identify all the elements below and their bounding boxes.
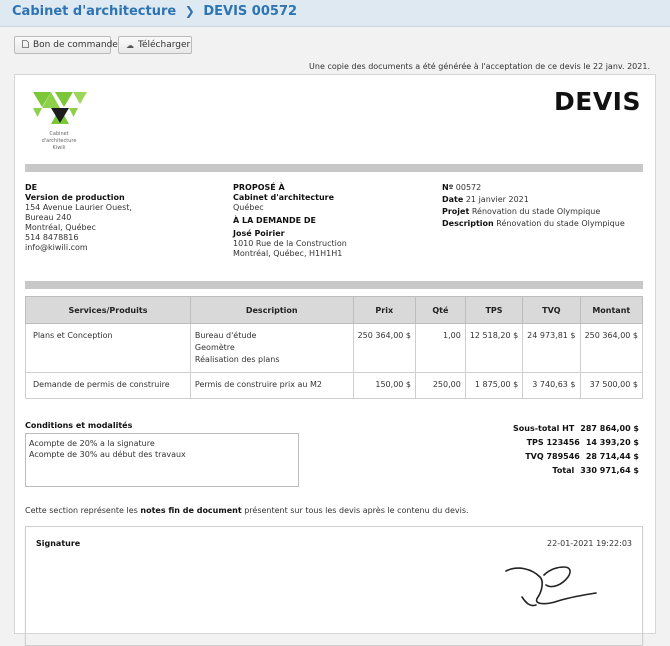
quote-description: Description Rénovation du stade Olympiqu… [442, 219, 625, 228]
cell-qty: 1,00 [415, 323, 466, 373]
cell-price: 250 364,00 $ [352, 323, 417, 373]
sender-address1: 154 Avenue Laurier Ouest, [25, 203, 132, 212]
col-header-price: Prix [352, 296, 417, 324]
sender-heading: DE [25, 183, 38, 192]
cell-description: Bureau d'étude Geomètre Réalisation des … [189, 323, 354, 373]
top-bar: Cabinet d'architecture ❯ DEVIS 00572 [0, 0, 670, 27]
condition-line: Acompte de 20% a la signature [29, 439, 155, 448]
col-header-tps: TPS [464, 296, 524, 324]
cell-tps: 1 875,00 $ [464, 372, 524, 399]
table-row: Plans et Conception Bureau d'étude Geomè… [25, 323, 644, 373]
divider-band [25, 281, 643, 289]
divider-band [25, 164, 643, 172]
sender-phone: 514 8478816 [25, 233, 79, 242]
sender-block: DE Version de production 154 Avenue Laur… [25, 183, 132, 253]
cell-service: Demande de permis de construire [25, 372, 191, 399]
signature-datetime: 22-01-2021 19:22:03 [547, 539, 632, 548]
cell-description: Permis de construire prix au M2 [189, 372, 354, 399]
requester-name: José Poirier [233, 229, 285, 238]
col-header-qty: Qté [415, 296, 466, 324]
company-logo: Cabinet d'architecture Kiwili [29, 91, 99, 152]
cell-price: 150,00 $ [352, 372, 417, 399]
col-header-services: Services/Produits [25, 296, 191, 324]
signature-drawing [505, 566, 597, 607]
recipient-region: Québec [233, 203, 264, 212]
document-title: DEVIS [554, 87, 641, 116]
quote-date: Date 21 janvier 2021 [442, 195, 529, 204]
cell-service: Plans et Conception [25, 323, 191, 373]
table-header-row: Services/Produits Description Prix Qté T… [25, 296, 644, 324]
purchase-order-button[interactable]: Bon de commande [14, 36, 118, 54]
cell-tvq: 3 740,63 $ [522, 372, 581, 399]
recipient-heading: PROPOSÉ À [233, 183, 285, 192]
sender-name: Version de production [25, 193, 125, 202]
pdf-icon [22, 40, 29, 50]
tvq-total-row: TVQ 789546 28 714,44 $ [525, 451, 639, 461]
logo-caption: Cabinet d'architecture Kiwili [41, 131, 77, 151]
table-row: Demande de permis de construire Permis d… [25, 372, 644, 399]
logo-mark [33, 92, 87, 124]
sender-address2: Bureau 240 [25, 213, 72, 222]
cell-qty: 250,00 [415, 372, 466, 399]
purchase-order-label: Bon de commande [33, 40, 118, 50]
subtotal-row: Sous-total HT 287 864,00 $ [513, 423, 639, 433]
download-label: Télécharger [138, 40, 191, 50]
breadcrumb-current: DEVIS 00572 [203, 4, 298, 19]
end-note: Cette section représente les notes fin d… [25, 506, 469, 515]
download-button[interactable]: ☁ Télécharger [118, 36, 192, 54]
quote-number: Nº 00572 [442, 183, 482, 192]
breadcrumb-parent-link[interactable]: Cabinet d'architecture [12, 4, 176, 19]
cell-tps: 12 518,20 $ [464, 323, 524, 373]
signature-panel: Signature 22-01-2021 19:22:03 [25, 526, 643, 646]
conditions-box: Acompte de 20% a la signature Acompte de… [25, 433, 299, 487]
requester-address: 1010 Rue de la Construction [233, 239, 347, 248]
condition-line: Acompte de 30% au début des travaux [29, 450, 186, 459]
cell-amount: 250 364,00 $ [579, 323, 644, 373]
conditions-title: Conditions et modalités [25, 421, 133, 430]
col-header-amount: Montant [579, 296, 644, 324]
sender-city: Montréal, Québec [25, 223, 96, 232]
requester-city: Montréal, Québec, H1H1H1 [233, 249, 343, 258]
copy-notice: Une copie des documents a été générée à … [309, 62, 650, 71]
requester-heading: À LA DEMANDE DE [233, 216, 316, 225]
breadcrumb: Cabinet d'architecture ❯ DEVIS 00572 [12, 4, 297, 19]
cell-amount: 37 500,00 $ [579, 372, 644, 399]
quote-meta-block: Nº 00572 Date 21 janvier 2021 Projet Rén… [442, 183, 625, 229]
sender-email: info@kiwili.com [25, 243, 88, 252]
recipient-block: PROPOSÉ À Cabinet d'architecture Québec … [233, 183, 347, 259]
chevron-right-icon: ❯ [184, 4, 195, 18]
col-header-description: Description [189, 296, 354, 324]
quote-project: Projet Rénovation du stade Olympique [442, 207, 601, 216]
signature-label: Signature [36, 539, 81, 548]
cloud-icon: ☁ [126, 40, 134, 50]
recipient-name: Cabinet d'architecture [233, 193, 335, 202]
totals-block: Sous-total HT 287 864,00 $ TPS 123456 14 3… [513, 421, 639, 477]
col-header-tvq: TVQ [522, 296, 581, 324]
grand-total-row: Total 330 971,64 $ [552, 465, 639, 475]
quote-document: Cabinet d'architecture Kiwili DEVIS DE V… [14, 74, 656, 646]
cell-tvq: 24 973,81 $ [522, 323, 581, 373]
items-table: Services/Produits Description Prix Qté T… [25, 296, 644, 399]
tps-total-row: TPS 123456 14 393,20 $ [526, 437, 639, 447]
